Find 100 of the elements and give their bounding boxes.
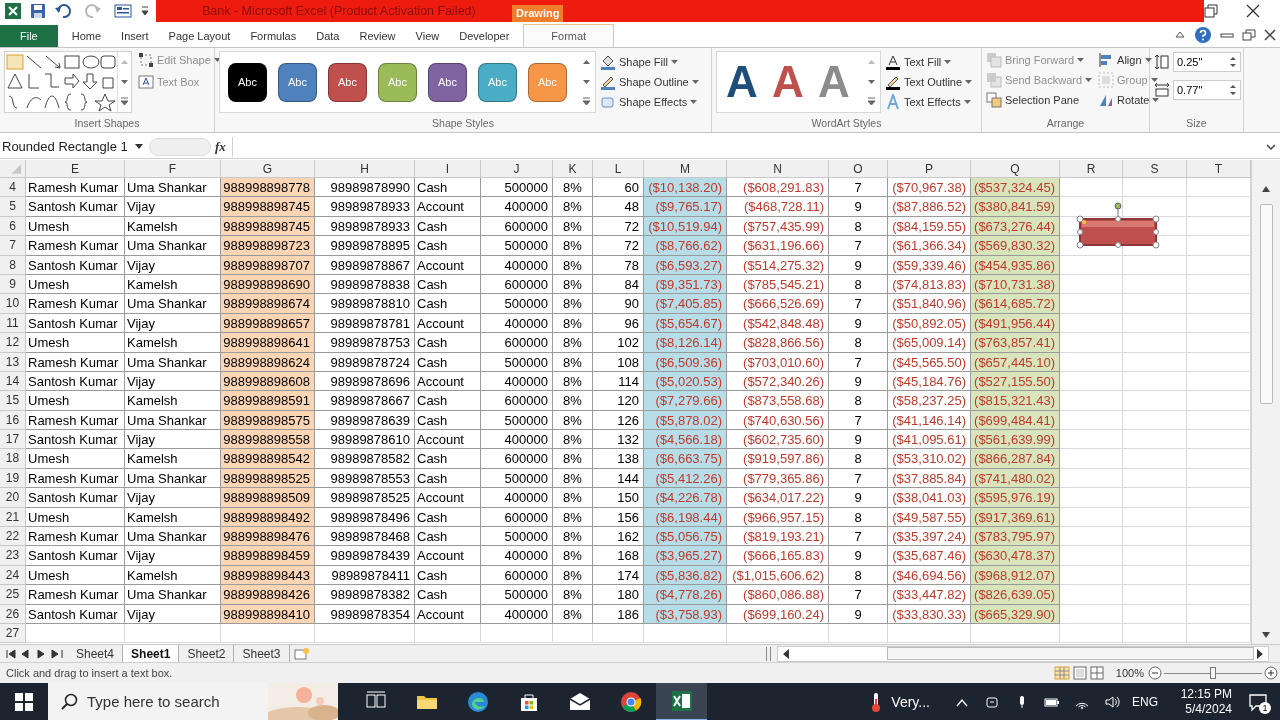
spin-arrows-icon[interactable] <box>1229 54 1237 70</box>
row-header[interactable]: 17 <box>0 430 26 450</box>
row-header[interactable]: 4 <box>0 178 26 198</box>
browser-icon[interactable] <box>466 691 489 713</box>
ribbon-tab[interactable]: Page Layout <box>158 25 241 47</box>
page-break-view-icon[interactable] <box>1089 666 1104 680</box>
style-swatch[interactable]: Abc <box>428 62 467 102</box>
row-header[interactable]: 7 <box>0 236 26 256</box>
column-header[interactable]: L <box>593 160 644 178</box>
column-header[interactable]: O <box>829 160 888 178</box>
input-language[interactable]: ENG <box>1132 693 1158 711</box>
row-header[interactable]: 25 <box>0 585 26 605</box>
row-header[interactable]: 21 <box>0 507 26 528</box>
insert-function-button[interactable]: fx <box>215 136 226 157</box>
column-header[interactable]: K <box>553 160 593 178</box>
row-header[interactable]: 24 <box>0 565 26 586</box>
weather-status[interactable]: Very... <box>891 691 930 713</box>
search-input[interactable]: Type here to search <box>87 690 257 714</box>
style-gallery[interactable]: Abc Abc Abc Abc Abc Abc Abc <box>219 51 596 113</box>
ribbon-tab[interactable]: Home <box>61 25 112 47</box>
speaker-icon[interactable] <box>1104 694 1120 710</box>
row-header[interactable]: 5 <box>0 197 26 217</box>
excel-logo-icon[interactable] <box>4 2 22 20</box>
dropdown-arrow-icon[interactable] <box>1152 97 1160 103</box>
row-header[interactable]: 10 <box>0 294 26 314</box>
column-header[interactable]: F <box>125 160 221 178</box>
zoom-level[interactable]: 100% <box>1115 664 1144 682</box>
meeting-icon[interactable] <box>984 694 1000 710</box>
scroll-thumb[interactable] <box>887 647 1254 660</box>
dropdown-arrow-icon[interactable] <box>691 79 699 85</box>
undo-icon[interactable] <box>54 3 72 19</box>
shape-gallery[interactable] <box>4 51 132 113</box>
ribbon-command[interactable]: Text Fill <box>885 52 973 72</box>
clock[interactable]: 12:15 PM 5/4/2024 <box>1174 687 1232 717</box>
help-icon[interactable] <box>1194 26 1212 44</box>
ribbon-command[interactable]: Selection Pane <box>986 90 1093 110</box>
ribbon-command[interactable]: Shape Effects <box>600 92 699 112</box>
ribbon-tab[interactable]: Data <box>306 25 350 47</box>
dropdown-arrow-icon[interactable] <box>690 99 698 105</box>
row-header[interactable]: 11 <box>0 313 26 334</box>
form-icon[interactable] <box>114 3 132 19</box>
split-handle[interactable] <box>765 646 771 661</box>
row-header[interactable]: 16 <box>0 410 26 431</box>
spin-arrows-icon[interactable] <box>1229 82 1237 98</box>
close-window-icon[interactable] <box>1264 29 1276 41</box>
selected-rounded-rectangle-shape[interactable] <box>1076 202 1160 250</box>
column-header[interactable]: I <box>415 160 481 178</box>
row-header[interactable]: 22 <box>0 527 26 547</box>
spreadsheet-app-icon[interactable] <box>670 690 693 712</box>
row-header[interactable]: 18 <box>0 449 26 469</box>
search-field[interactable]: Type here to search <box>48 683 338 720</box>
style-swatch[interactable]: Abc <box>228 62 267 102</box>
column-header[interactable]: E <box>26 160 125 178</box>
ribbon-command[interactable]: Shape Fill <box>600 52 699 72</box>
row-header[interactable]: 8 <box>0 255 26 275</box>
column-header[interactable]: H <box>315 160 415 178</box>
wordart-gallery[interactable]: A A A <box>716 51 881 113</box>
ribbon-command[interactable]: Text Effects <box>885 92 973 112</box>
zoom-out-icon[interactable] <box>1148 666 1162 680</box>
zoom-in-icon[interactable] <box>1264 666 1278 680</box>
ribbon-tab[interactable]: Insert <box>111 25 159 47</box>
ribbon-tab[interactable]: View <box>405 25 450 47</box>
windows-start-icon[interactable] <box>15 693 33 711</box>
horizontal-scrollbar[interactable] <box>776 645 1269 662</box>
style-swatch[interactable]: Abc <box>278 62 317 102</box>
row-header[interactable]: 6 <box>0 216 26 237</box>
ribbon-command[interactable]: Text Outline <box>885 72 973 92</box>
row-header[interactable]: 12 <box>0 333 26 353</box>
size-spinner-field[interactable]: 0.25" <box>1173 52 1241 72</box>
style-swatch[interactable]: Abc <box>328 62 367 102</box>
dropdown-arrow-icon[interactable] <box>963 99 971 105</box>
mail-icon[interactable] <box>568 691 591 713</box>
restore-icon[interactable] <box>1204 4 1218 18</box>
shapes-drawing[interactable] <box>5 52 117 112</box>
notification-icon[interactable] <box>1248 692 1268 712</box>
row-header[interactable]: 27 <box>0 624 26 644</box>
column-header[interactable]: J <box>481 160 553 178</box>
wordart-style[interactable]: A <box>723 57 761 107</box>
name-box[interactable]: Rounded Rectangle 1 <box>0 136 145 157</box>
row-header[interactable]: 26 <box>0 604 26 624</box>
zoom-slider[interactable] <box>1164 666 1262 680</box>
ribbon-tab[interactable]: File <box>0 25 58 47</box>
column-header[interactable]: N <box>727 160 829 178</box>
row-header[interactable]: 13 <box>0 352 26 372</box>
save-icon[interactable] <box>30 3 46 19</box>
vertical-scrollbar[interactable] <box>1251 160 1280 644</box>
ribbon-tab[interactable]: Review <box>349 25 406 47</box>
ribbon-tab[interactable]: Developer <box>449 25 520 47</box>
dropdown-arrow-icon[interactable] <box>213 57 221 63</box>
row-header[interactable]: 14 <box>0 371 26 392</box>
row-header[interactable]: 15 <box>0 391 26 411</box>
row-header[interactable]: 20 <box>0 488 26 508</box>
restore-window-icon[interactable] <box>1242 29 1256 41</box>
chrome-icon[interactable] <box>619 691 642 713</box>
close-icon[interactable] <box>1246 4 1260 18</box>
column-header[interactable]: S <box>1123 160 1187 178</box>
zoom-slider-thumb[interactable] <box>1210 667 1216 679</box>
row-header[interactable]: 9 <box>0 274 26 295</box>
column-header[interactable]: R <box>1060 160 1123 178</box>
ribbon-command[interactable]: Shape Outline <box>600 72 699 92</box>
